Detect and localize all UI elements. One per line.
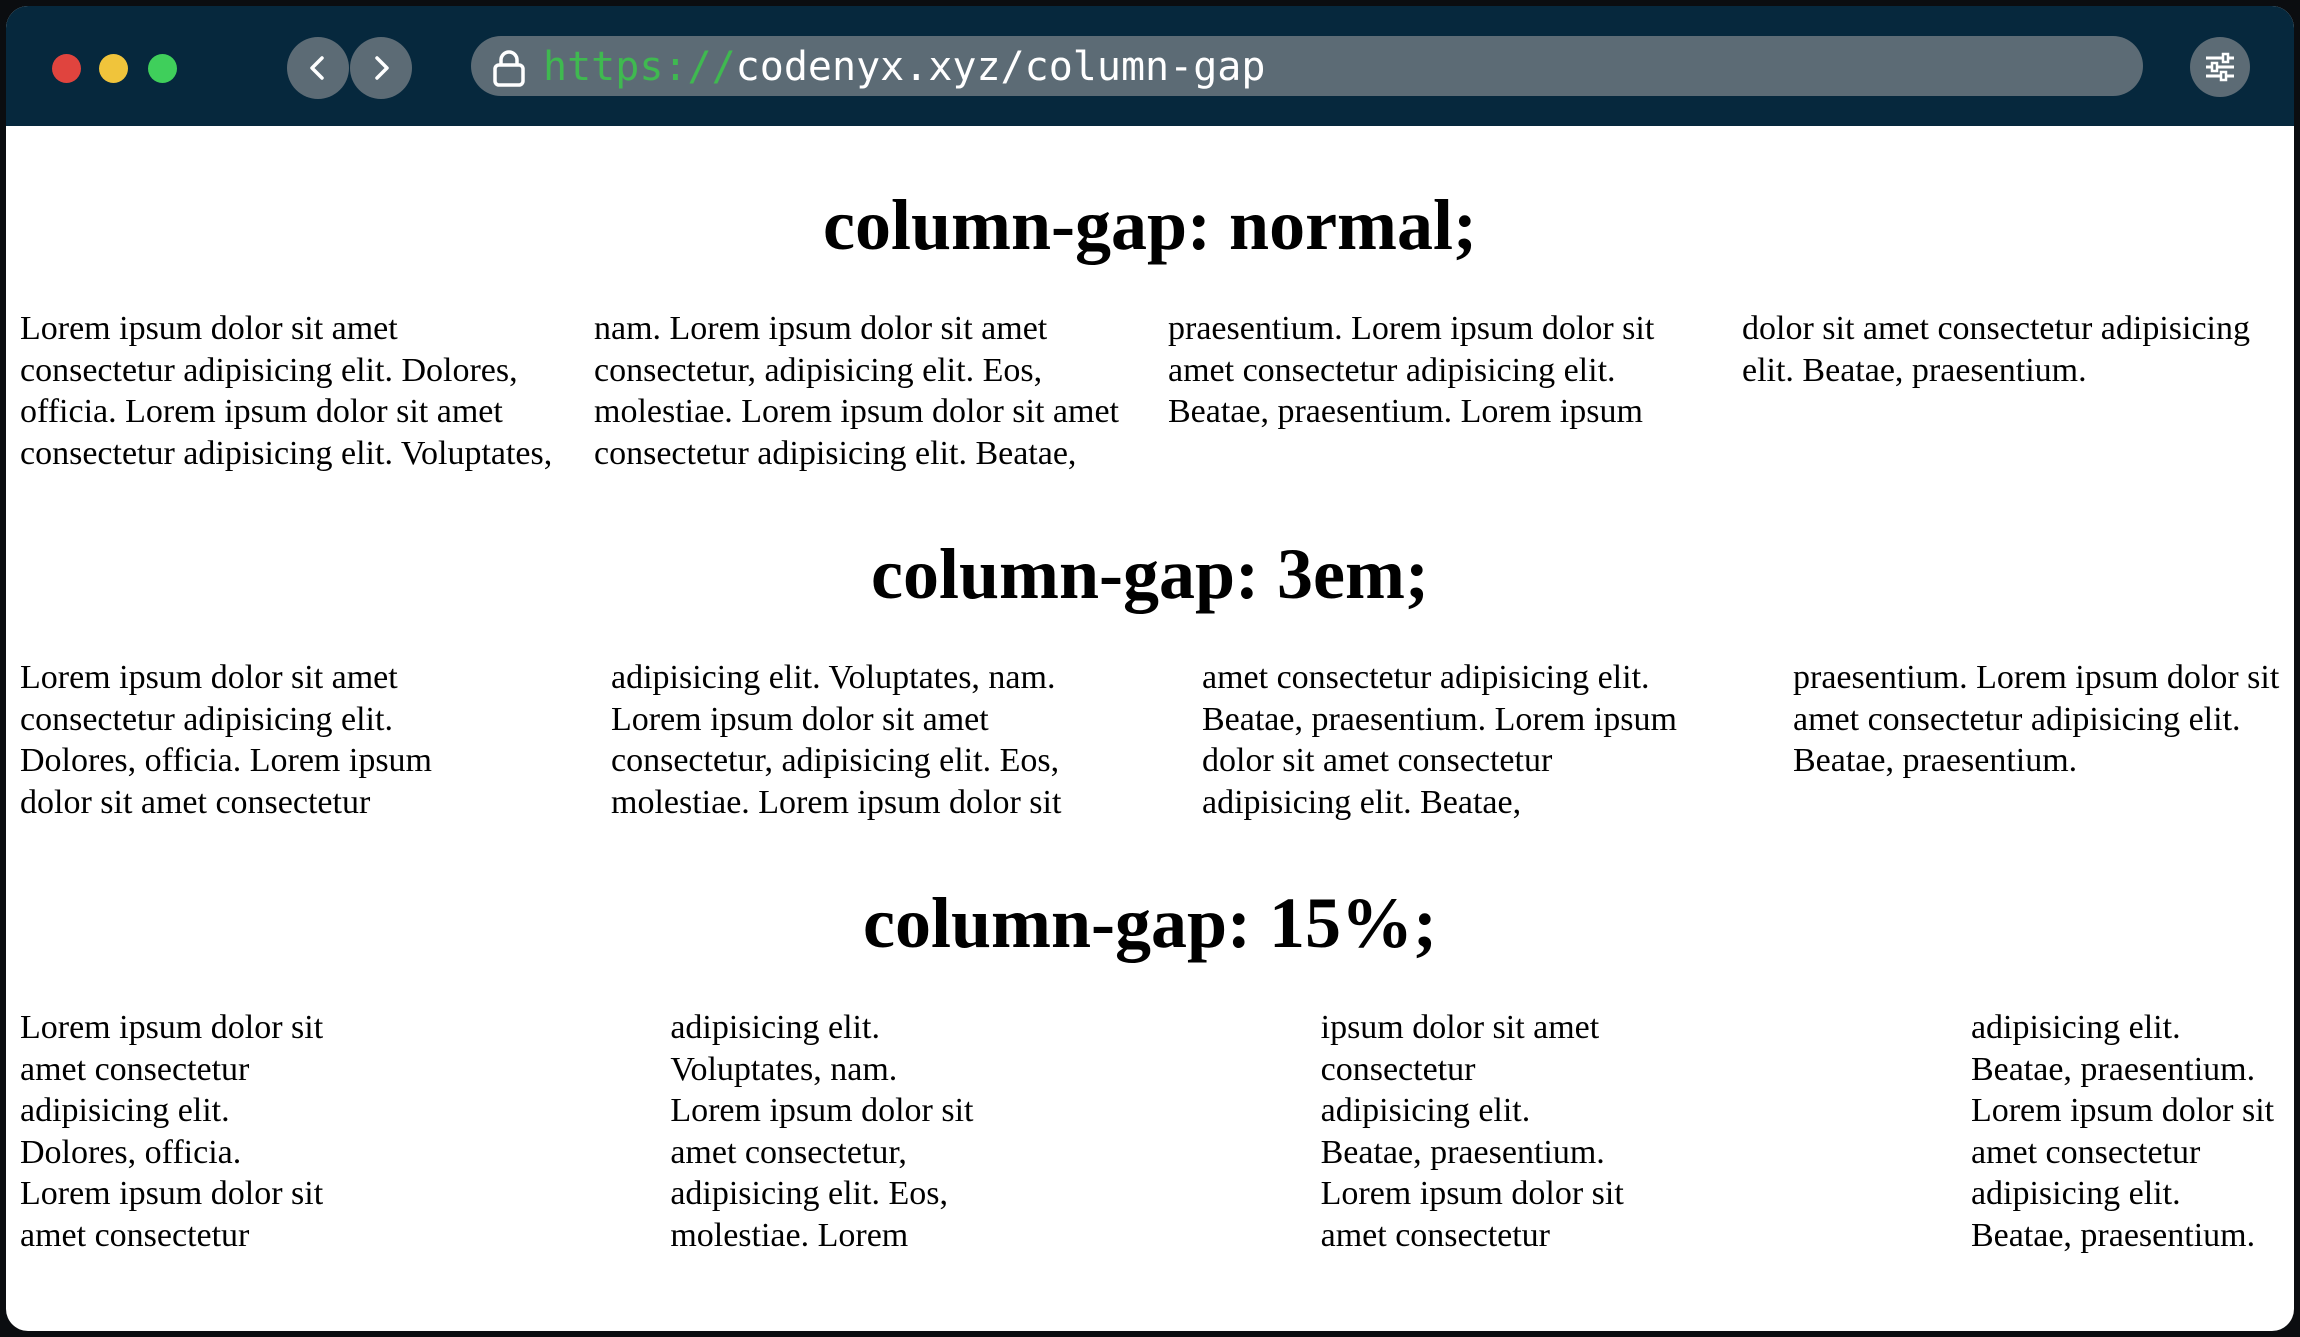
columns-normal: Lorem ipsum dolor sit amet consectetur a… bbox=[20, 308, 2282, 474]
section-heading-3em: column-gap: 3em; bbox=[871, 534, 1429, 614]
close-window-button[interactable] bbox=[52, 54, 81, 83]
lock-icon bbox=[493, 50, 525, 87]
browser-window: https://codenyx.xyz/column-gap column-ga… bbox=[6, 6, 2294, 1331]
columns-15pct: Lorem ipsum dolor sit amet consectetur a… bbox=[20, 1007, 2282, 1256]
maximize-window-button[interactable] bbox=[148, 54, 177, 83]
minimize-window-button[interactable] bbox=[99, 54, 128, 83]
columns-3em: Lorem ipsum dolor sit amet consectetur a… bbox=[20, 657, 2282, 823]
columns-3em-text: Lorem ipsum dolor sit amet consectetur a… bbox=[20, 659, 2280, 821]
settings-button[interactable] bbox=[2190, 37, 2250, 97]
back-chevron-icon bbox=[310, 56, 324, 80]
back-button[interactable] bbox=[287, 37, 349, 99]
section-heading-normal: column-gap: normal; bbox=[823, 185, 1477, 265]
sliders-icon bbox=[2206, 52, 2234, 82]
url-host: codenyx.xyz/column-gap bbox=[735, 44, 1266, 90]
forward-chevron-icon bbox=[375, 56, 389, 80]
forward-button[interactable] bbox=[350, 37, 412, 99]
columns-15pct-text: Lorem ipsum dolor sit amet consectetur a… bbox=[20, 1009, 2275, 1254]
url-protocol: https:// bbox=[543, 44, 736, 90]
title-bar: https://codenyx.xyz/column-gap bbox=[6, 6, 2294, 126]
columns-normal-text: Lorem ipsum dolor sit amet consectetur a… bbox=[20, 310, 2250, 472]
address-bar[interactable]: https://codenyx.xyz/column-gap bbox=[471, 36, 2143, 96]
url-text[interactable]: https://codenyx.xyz/column-gap bbox=[543, 36, 1265, 96]
section-heading-15pct: column-gap: 15%; bbox=[863, 883, 1437, 963]
